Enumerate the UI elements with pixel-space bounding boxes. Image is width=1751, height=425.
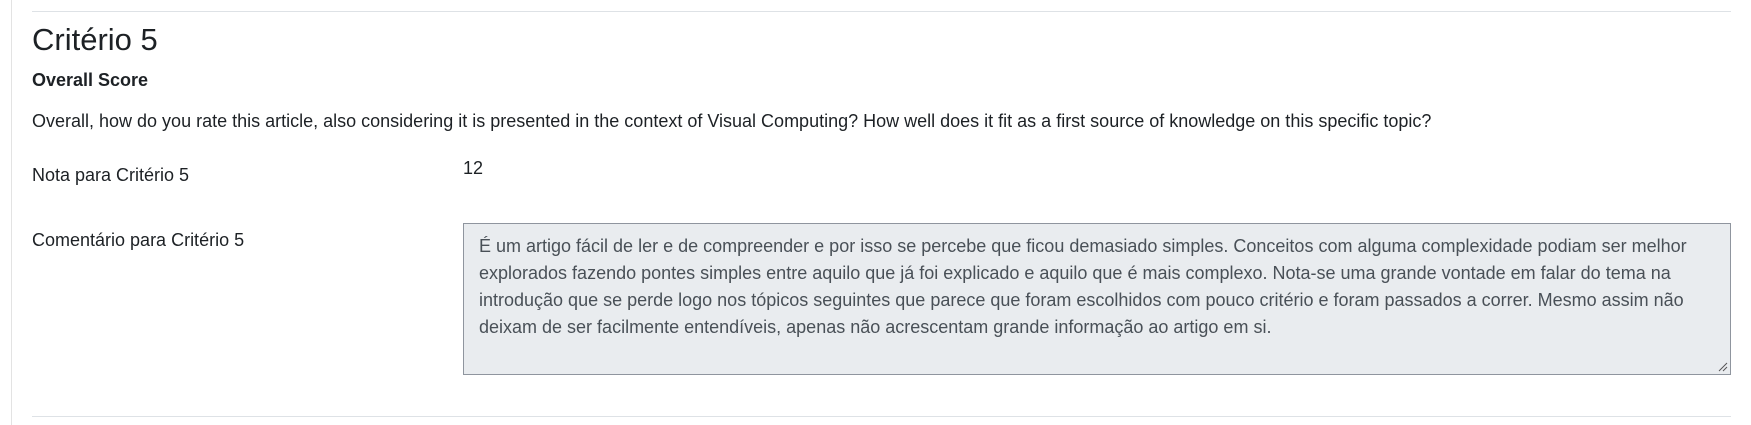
grade-label: Nota para Critério 5: [32, 165, 190, 185]
comment-label: Comentário para Critério 5: [32, 230, 245, 250]
comment-text: É um artigo fácil de ler e de compreende…: [479, 236, 1687, 337]
grade-value: 12: [463, 158, 484, 178]
bottom-divider: [32, 416, 1731, 417]
criterion-title: Critério 5: [32, 22, 158, 57]
criterion-subtitle: Overall Score: [32, 70, 149, 90]
criterion-panel: Critério 5 Overall Score Overall, how do…: [11, 0, 1751, 425]
resize-grip-icon[interactable]: [1718, 362, 1728, 372]
top-divider: [32, 11, 1731, 12]
comment-textarea[interactable]: É um artigo fácil de ler e de compreende…: [463, 223, 1731, 375]
criterion-description: Overall, how do you rate this article, a…: [32, 111, 1432, 131]
